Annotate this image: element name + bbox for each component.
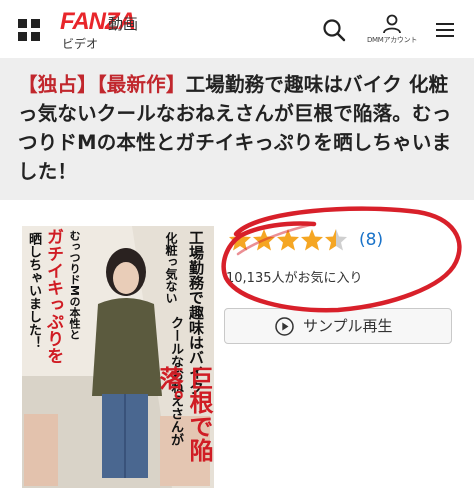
- favorites-count: 10,135人がお気に入り: [226, 271, 363, 286]
- red-hand-drawn-circle: [221, 206, 462, 313]
- star-icon: [301, 229, 323, 251]
- title-tag-exclusive: 【独占】: [18, 73, 97, 96]
- review-count-link[interactable]: (8): [359, 230, 383, 250]
- rating-stars: [229, 229, 347, 251]
- account-icon: [383, 14, 401, 34]
- account-label: DMMアカウント: [366, 36, 418, 44]
- star-icon: [277, 229, 299, 251]
- sample-play-label: サンプル再生: [303, 317, 393, 335]
- section-label: 動画: [108, 15, 139, 33]
- cover-headline-5: むっつりドMの本性と: [68, 230, 81, 340]
- account-button[interactable]: DMMアカウント: [366, 14, 418, 50]
- title-tag-newest: 【最新作】: [96, 73, 186, 96]
- top-header: FANZA 動画 ビデオ DMMアカウント: [0, 0, 474, 59]
- cover-headline-4: 巨根で陥落。: [155, 366, 213, 462]
- star-icon: [229, 229, 251, 251]
- sample-play-button[interactable]: サンプル再生: [224, 308, 452, 344]
- grid-menu-icon[interactable]: [18, 19, 40, 41]
- product-title: 【独占】【最新作】工場勤務で趣味はバイク 化粧っ気ないクールなおねえさんが巨根で…: [18, 70, 464, 186]
- star-half-icon: [325, 229, 347, 251]
- cover-headline-7: 晒しちゃいました！: [26, 232, 41, 349]
- cover-image[interactable]: 工場勤務で趣味はバイク 化粧っ気ない クールなおねえさんが 巨根で陥落。 むっつ…: [22, 226, 214, 488]
- play-icon: [275, 317, 294, 336]
- search-icon[interactable]: [322, 18, 346, 42]
- cover-headline-2: 化粧っ気ない: [164, 232, 178, 304]
- hamburger-menu-icon[interactable]: [436, 22, 454, 38]
- star-icon: [253, 229, 275, 251]
- cover-headline-6: ガチイキっぷりを: [43, 228, 63, 364]
- category-label: ビデオ: [62, 37, 99, 51]
